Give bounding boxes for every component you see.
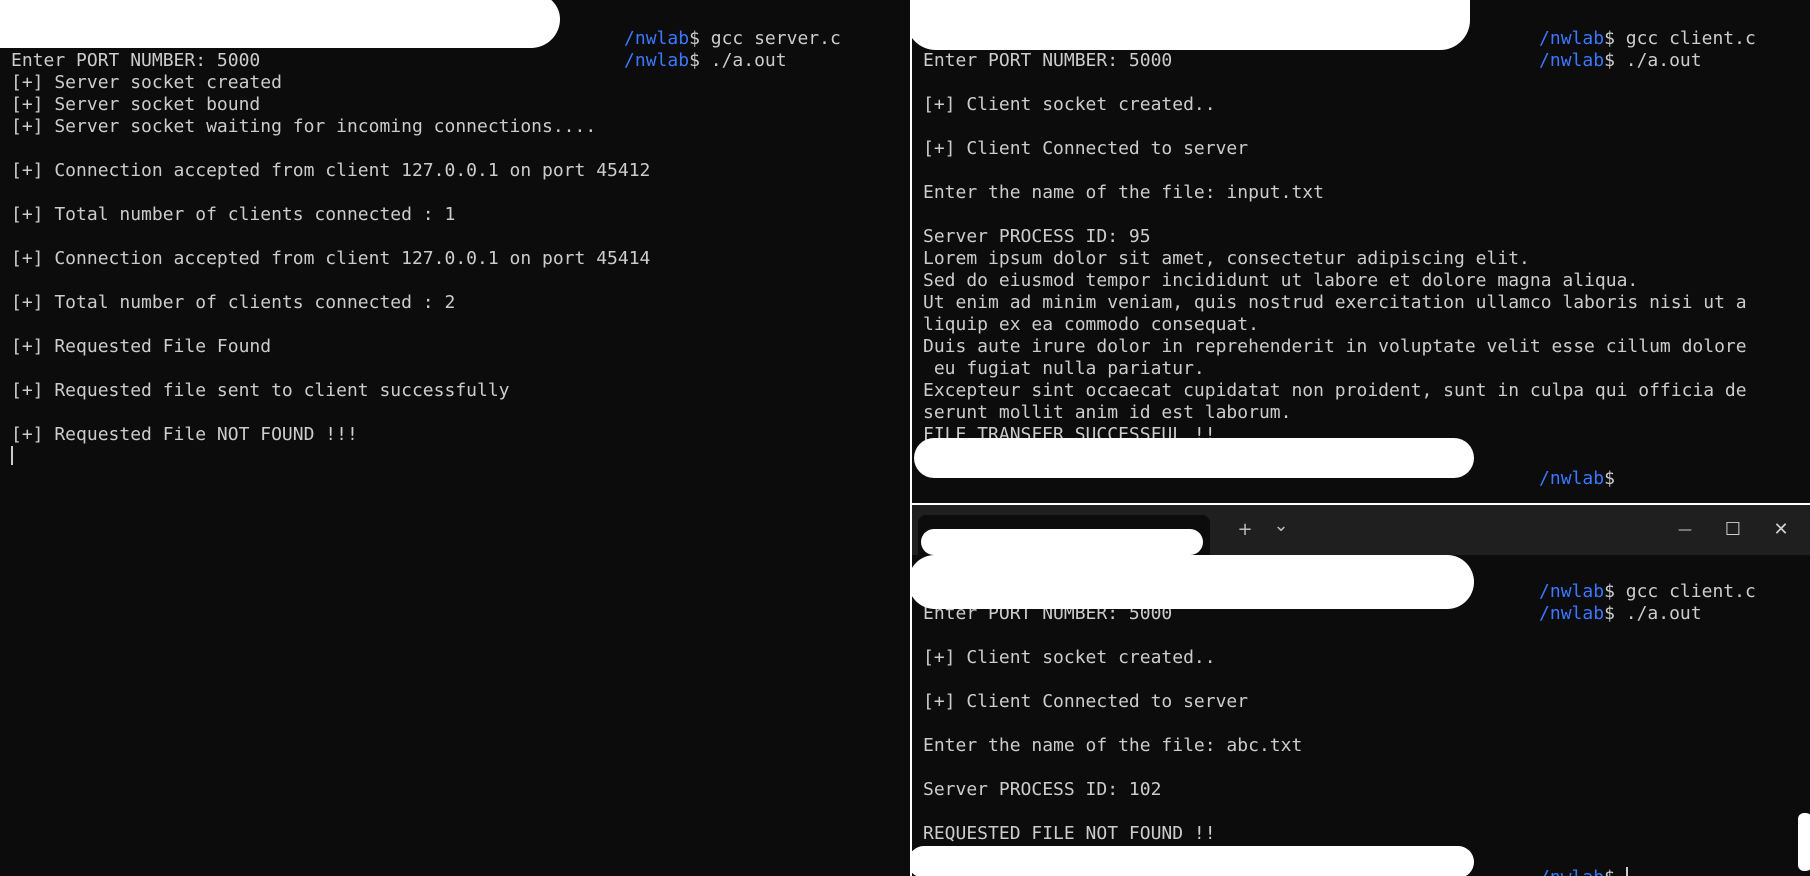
server-terminal[interactable]: /nwlab$ gcc server.c /nwlab$ ./a.out Ent… <box>0 0 910 876</box>
redaction-blot <box>0 0 560 48</box>
output-line: Lorem ipsum dolor sit amet, consectetur … <box>923 248 1530 269</box>
prompt-path: /nwlab <box>1539 468 1605 489</box>
prompt-symbol: $ <box>1604 603 1615 624</box>
scrollbar-thumb[interactable] <box>1798 813 1810 871</box>
redaction-blot <box>912 0 1470 50</box>
output-line: Sed do eiusmod tempor incididunt ut labo… <box>923 270 1639 291</box>
client1-terminal-lines: /nwlab$ gcc client.c /nwlab$ ./a.out Ent… <box>923 6 1804 489</box>
output-line: liquip ex ea commodo consequat. <box>923 314 1259 335</box>
output-line: serunt mollit anim id est laborum. <box>923 402 1292 423</box>
text-cursor <box>11 446 13 465</box>
client2-tab[interactable] <box>918 515 1210 555</box>
output-line: [+] Server socket waiting for incoming c… <box>11 116 597 137</box>
output-line: Duis aute irure dolor in reprehenderit i… <box>923 336 1747 357</box>
text-cursor-line <box>11 446 904 468</box>
redaction-blot <box>921 529 1203 555</box>
redaction-blot <box>912 846 1474 876</box>
output-line: [+] Server socket created <box>11 72 282 93</box>
prompt-path: /nwlab <box>1539 867 1604 876</box>
command-text: gcc server.c <box>710 28 841 49</box>
command-text: ./a.out <box>710 50 787 71</box>
output-line: [+] Requested File Found <box>11 336 272 357</box>
output-line: Server PROCESS ID: 102 <box>923 779 1162 800</box>
prompt-symbol: $ <box>1604 581 1615 602</box>
prompt-symbol: $ <box>1604 468 1615 489</box>
command-text: ./a.out <box>1625 603 1702 624</box>
output-line: Server PROCESS ID: 95 <box>923 226 1151 247</box>
output-line: [+] Client Connected to server <box>923 138 1249 159</box>
client2-titlebar[interactable]: + ⌄ — ☐ ✕ <box>912 505 1810 555</box>
prompt-symbol: $ <box>1604 28 1615 49</box>
output-line: [+] Connection accepted from client 127.… <box>11 248 651 269</box>
output-line: eu fugiat nulla pariatur. <box>923 358 1205 379</box>
output-line: Excepteur sint occaecat cupidatat non pr… <box>923 380 1747 401</box>
output-line: [+] Connection accepted from client 127.… <box>11 160 651 181</box>
maximize-button[interactable]: ☐ <box>1710 515 1756 545</box>
output-line: [+] Client Connected to server <box>923 691 1249 712</box>
output-line: [+] Requested file sent to client succes… <box>11 380 510 401</box>
prompt-path: /nwlab <box>1539 603 1605 624</box>
redaction-blot <box>912 555 1474 609</box>
new-tab-button[interactable]: + <box>1230 517 1260 543</box>
output-line: [+] Server socket bound <box>11 94 261 115</box>
redaction-blot <box>914 438 1474 478</box>
prompt-symbol: $ <box>689 28 700 49</box>
text-cursor <box>1625 867 1628 876</box>
prompt-symbol: $ <box>1604 867 1615 876</box>
prompt-symbol: $ <box>1604 50 1615 71</box>
output-line: [+] Total number of clients connected : … <box>11 292 456 313</box>
prompt-path: /nwlab <box>624 50 690 71</box>
prompt-symbol: $ <box>689 50 700 71</box>
prompt-path: /nwlab <box>1539 581 1605 602</box>
output-line: [+] Total number of clients connected : … <box>11 204 456 225</box>
output-line: Enter the name of the file: abc.txt <box>923 735 1303 756</box>
client1-terminal[interactable]: /nwlab$ gcc client.c /nwlab$ ./a.out Ent… <box>912 0 1810 503</box>
minimize-button[interactable]: — <box>1662 515 1708 545</box>
prompt-path: /nwlab <box>624 28 690 49</box>
server-terminal-lines: /nwlab$ gcc server.c /nwlab$ ./a.out Ent… <box>11 6 904 468</box>
prompt-path: /nwlab <box>1539 50 1605 71</box>
command-text: gcc client.c <box>1625 581 1756 602</box>
close-button[interactable]: ✕ <box>1758 515 1804 545</box>
output-line: REQUESTED FILE NOT FOUND !! <box>923 823 1216 844</box>
prompt-path: /nwlab <box>1539 28 1605 49</box>
command-text: ./a.out <box>1625 50 1702 71</box>
output-line: [+] Client socket created.. <box>923 94 1216 115</box>
output-line: Ut enim ad minim veniam, quis nostrud ex… <box>923 292 1747 313</box>
output-line: Enter the name of the file: input.txt <box>923 182 1324 203</box>
output-line: [+] Client socket created.. <box>923 647 1216 668</box>
command-text: gcc client.c <box>1625 28 1756 49</box>
output-line: [+] Requested File NOT FOUND !!! <box>11 424 358 445</box>
client2-terminal[interactable]: /nwlab$ gcc client.c /nwlab$ ./a.out Ent… <box>912 555 1810 876</box>
tab-dropdown-button[interactable]: ⌄ <box>1266 513 1296 539</box>
